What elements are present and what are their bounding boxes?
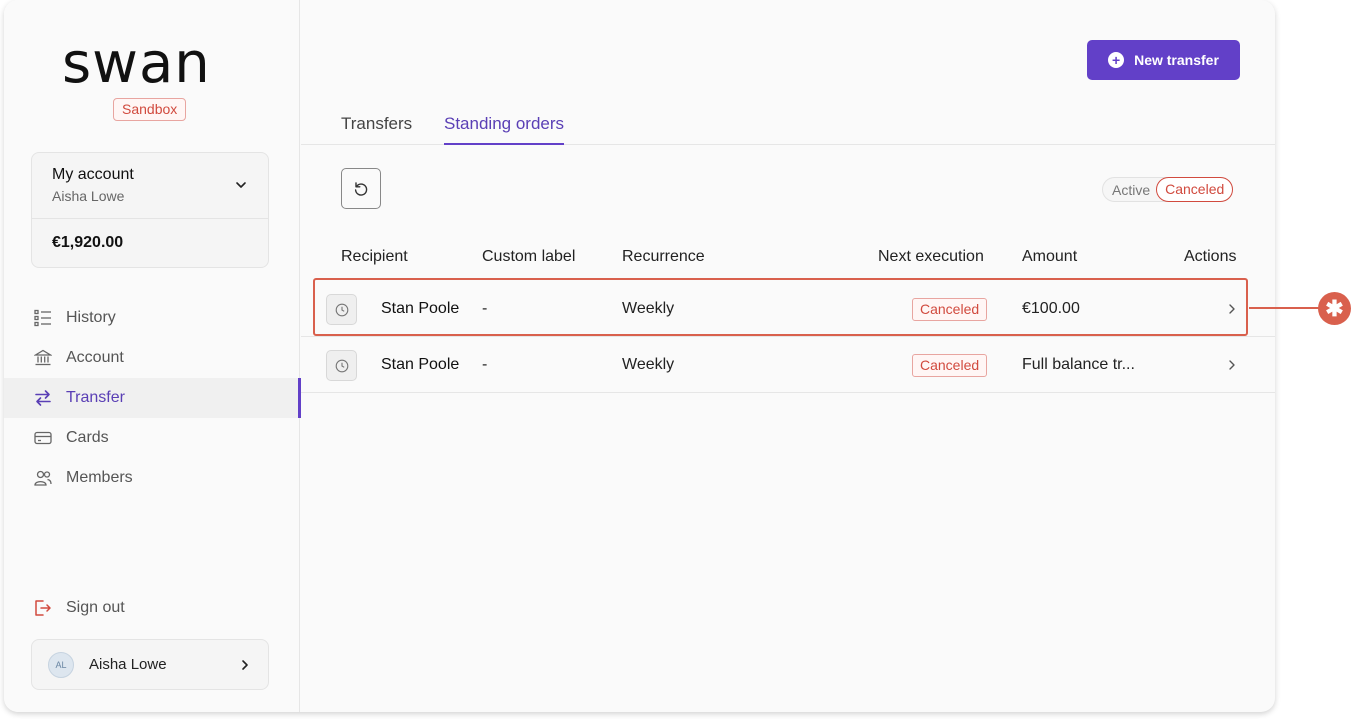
account-selector[interactable]: My account Aisha Lowe €1,920.00 (31, 152, 269, 268)
account-balance: €1,920.00 (52, 234, 124, 251)
main-content: + New transfer Transfers Standing orders… (301, 0, 1275, 712)
status-filter[interactable]: Active Canceled (1102, 177, 1234, 202)
sidebar-item-cards[interactable]: Cards (4, 418, 300, 458)
account-title: My account (52, 166, 134, 183)
column-recipient: Recipient (341, 248, 408, 265)
sidebar-item-label: Transfer (66, 389, 125, 406)
bank-icon (33, 348, 53, 368)
sign-out-icon (33, 598, 53, 618)
refresh-icon (354, 181, 368, 196)
swan-logo: swan (62, 31, 211, 96)
highlight-box (313, 278, 1248, 336)
app-window: swan Sandbox My account Aisha Lowe €1,92… (4, 0, 1275, 712)
sidebar-item-members[interactable]: Members (4, 458, 300, 498)
avatar: AL (48, 651, 74, 678)
tab-standing-orders[interactable]: Standing orders (444, 114, 565, 145)
column-amount: Amount (1022, 248, 1078, 265)
status-badge: Canceled (912, 354, 988, 377)
environment-badge: Sandbox (113, 98, 187, 121)
sidebar-item-label: Account (66, 349, 124, 366)
list-icon (33, 308, 53, 328)
sidebar-item-label: Cards (66, 429, 109, 446)
sidebar-item-label: History (66, 309, 116, 326)
chevron-right-icon (242, 660, 248, 670)
column-custom-label: Custom label (482, 248, 576, 265)
sign-out-button[interactable]: Sign out (33, 588, 125, 628)
amount: Full balance tr... (1022, 356, 1135, 373)
filter-option-active[interactable]: Active (1103, 182, 1156, 198)
sidebar-item-transfer[interactable]: Transfer (4, 378, 301, 418)
sidebar-nav: History Account Transfer Cards Members (4, 298, 301, 498)
new-transfer-label: New transfer (1134, 52, 1219, 68)
transfer-arrows-icon (33, 388, 53, 408)
sidebar-item-history[interactable]: History (4, 298, 300, 338)
custom-label: - (482, 356, 488, 373)
chevron-down-icon[interactable] (234, 178, 248, 192)
callout-line (1249, 307, 1319, 309)
user-name: Aisha Lowe (89, 656, 167, 673)
sidebar-item-label: Members (66, 469, 133, 486)
refresh-button[interactable] (341, 168, 381, 209)
table-row[interactable]: Stan Poole - Weekly Canceled Full balanc… (301, 337, 1275, 393)
tab-transfers[interactable]: Transfers (341, 114, 412, 145)
sidebar-item-account[interactable]: Account (4, 338, 300, 378)
column-next-execution: Next execution (878, 248, 984, 265)
plus-icon: + (1108, 52, 1125, 68)
account-selector-header[interactable]: My account Aisha Lowe (32, 153, 268, 219)
account-owner: Aisha Lowe (52, 188, 125, 204)
callout-marker: ✱ (1318, 292, 1351, 325)
table-header: Recipient Custom label Recurrence Next e… (301, 240, 1275, 276)
chevron-right-icon[interactable] (1226, 359, 1238, 371)
filter-option-canceled[interactable]: Canceled (1156, 177, 1234, 202)
column-recurrence: Recurrence (622, 248, 705, 265)
clock-icon (326, 350, 357, 381)
people-icon (33, 468, 53, 488)
column-actions: Actions (1184, 248, 1237, 265)
sign-out-label: Sign out (66, 599, 125, 616)
card-icon (33, 428, 53, 448)
tab-bar: Transfers Standing orders (301, 108, 1275, 145)
recurrence: Weekly (622, 356, 675, 373)
new-transfer-button[interactable]: + New transfer (1087, 40, 1240, 80)
user-menu[interactable]: AL Aisha Lowe (31, 639, 269, 690)
recipient-name: Stan Poole (381, 356, 460, 373)
sidebar: swan Sandbox My account Aisha Lowe €1,92… (4, 0, 301, 712)
